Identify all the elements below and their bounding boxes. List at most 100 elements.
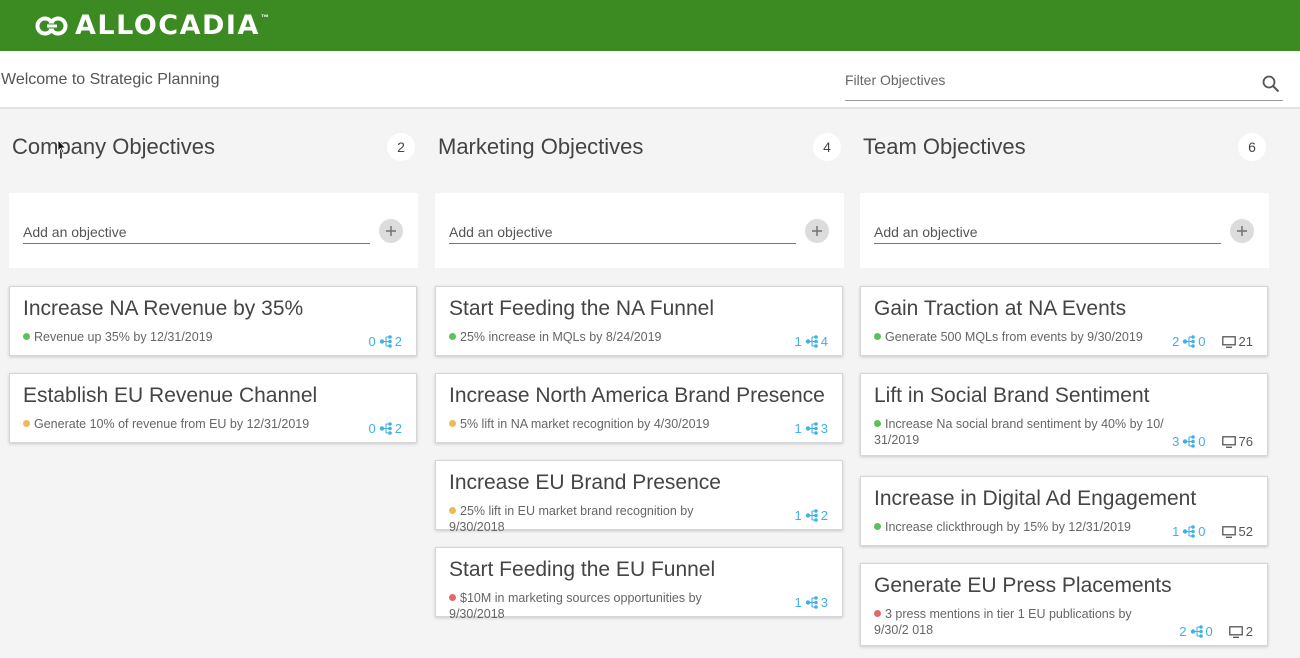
page-title: Welcome to Strategic Planning (1, 71, 220, 88)
child-count: 2 (394, 421, 402, 436)
status-dot (449, 333, 456, 340)
objective-meta: 1 2 (795, 508, 828, 523)
objective-card[interactable]: Increase North America Brand Presence 5%… (435, 373, 843, 443)
hierarchy-icon (379, 335, 392, 348)
objective-card[interactable]: Lift in Social Brand Sentiment Increase … (860, 373, 1268, 456)
status-dot (449, 594, 456, 601)
allocadia-logo-icon (35, 16, 68, 35)
child-count: 0 (1198, 434, 1206, 449)
objective-card[interactable]: Establish EU Revenue Channel Generate 10… (9, 373, 417, 443)
objective-card[interactable]: Increase EU Brand Presence 25% lift in E… (435, 460, 843, 534)
search-icon[interactable] (1261, 74, 1281, 94)
objective-title: Lift in Social Brand Sentiment (874, 384, 1150, 407)
plus-icon (386, 226, 396, 236)
objective-title: Increase North America Brand Presence (449, 384, 825, 407)
objective-count-badge: 2 (387, 133, 415, 161)
objective-card[interactable]: Generate EU Press Placements 3 press men… (860, 563, 1268, 646)
add-objective-input[interactable] (874, 220, 1221, 244)
objective-count-badge: 4 (813, 133, 841, 161)
objective-key-result: 25% increase in MQLs by 8/24/2019 (449, 329, 739, 345)
key-result-text: Generate 10% of revenue from EU by 12/31… (34, 417, 310, 431)
add-objective-input[interactable] (449, 220, 796, 244)
objective-key-result: 25% lift in EU market brand recognition … (449, 503, 739, 535)
parent-count: 0 (368, 421, 376, 436)
brand-name: ALLOCADIA (75, 10, 260, 41)
view-count: 21 (1238, 334, 1253, 349)
objective-card[interactable]: Increase NA Revenue by 35% Revenue up 35… (9, 286, 417, 356)
child-count: 3 (820, 421, 828, 436)
child-count: 2 (820, 508, 828, 523)
add-objective-input[interactable] (23, 220, 370, 244)
status-dot (23, 333, 30, 340)
objective-list: Start Feeding the NA Funnel 25% increase… (435, 286, 844, 634)
key-result-text: 5% lift in NA market recognition by 4/30… (460, 417, 710, 431)
plus-icon (812, 226, 822, 236)
child-count: 2 (394, 334, 402, 349)
filter-objectives-input[interactable] (845, 72, 1245, 88)
hierarchy-icon (1183, 335, 1196, 348)
key-result-text: Generate 500 MQLs from events by 9/30/20… (885, 330, 1143, 344)
objective-list: Increase NA Revenue by 35% Revenue up 35… (9, 286, 418, 460)
parent-count: 0 (368, 334, 376, 349)
filter-field[interactable] (845, 67, 1283, 101)
objective-title: Increase in Digital Ad Engagement (874, 487, 1197, 510)
child-count: 4 (820, 334, 828, 349)
parent-count: 1 (794, 421, 802, 436)
key-result-text: Increase Na social brand sentiment by 40… (874, 417, 1164, 447)
objective-key-result: Revenue up 35% by 12/31/2019 (23, 329, 313, 345)
objective-card[interactable]: Gain Traction at NA Events Generate 500 … (860, 286, 1268, 356)
key-result-text: $10M in marketing sources opportunities … (449, 591, 702, 621)
objective-count-badge: 6 (1238, 133, 1266, 161)
objective-title: Start Feeding the NA Funnel (449, 297, 714, 320)
objective-meta: 2 0 21 (1172, 334, 1253, 349)
objective-meta: 1 3 (795, 595, 828, 610)
key-result-text: 25% lift in EU market brand recognition … (449, 504, 694, 534)
view-count: 52 (1238, 524, 1253, 539)
key-result-text: Revenue up 35% by 12/31/2019 (34, 330, 213, 344)
parent-count: 1 (1172, 524, 1180, 539)
child-count: 3 (820, 595, 828, 610)
add-objective-panel (860, 193, 1269, 268)
key-result-text: Increase clickthrough by 15% by 12/31/20… (885, 520, 1131, 534)
parent-count: 1 (794, 334, 802, 349)
add-objective-panel (435, 193, 844, 268)
parent-count: 1 (794, 508, 802, 523)
add-objective-button[interactable] (1230, 219, 1254, 243)
status-dot (874, 420, 881, 427)
hierarchy-icon (805, 335, 818, 348)
status-dot (23, 420, 30, 427)
objective-meta: 2 0 2 (1179, 624, 1253, 639)
objective-meta: 3 0 76 (1172, 434, 1253, 449)
mouse-cursor-icon (57, 139, 67, 154)
column-title: Company Objectives (12, 134, 215, 159)
monitor-icon (1228, 625, 1243, 638)
status-dot (449, 507, 456, 514)
app-header: ALLOCADIA ™ (0, 0, 1300, 51)
objective-title: Generate EU Press Placements (874, 574, 1172, 597)
sub-header: Welcome to Strategic Planning (0, 51, 1300, 109)
objective-title: Increase NA Revenue by 35% (23, 297, 304, 320)
objective-card[interactable]: Start Feeding the EU Funnel $10M in mark… (435, 547, 843, 621)
child-count: 0 (1205, 624, 1213, 639)
brand[interactable]: ALLOCADIA ™ (35, 10, 269, 41)
objective-card[interactable]: Start Feeding the NA Funnel 25% increase… (435, 286, 843, 356)
hierarchy-icon (805, 509, 818, 522)
status-dot (874, 610, 881, 617)
objective-key-result: Increase clickthrough by 15% by 12/31/20… (874, 519, 1164, 535)
status-dot (874, 333, 881, 340)
add-objective-button[interactable] (805, 219, 829, 243)
objective-card[interactable]: Increase in Digital Ad Engagement Increa… (860, 476, 1268, 546)
child-count: 0 (1198, 524, 1206, 539)
status-dot (449, 420, 456, 427)
status-dot (874, 523, 881, 530)
objective-meta: 1 0 52 (1172, 524, 1253, 539)
add-objective-panel (9, 193, 418, 268)
brand-trademark: ™ (260, 13, 269, 22)
add-objective-button[interactable] (379, 219, 403, 243)
parent-count: 2 (1172, 334, 1180, 349)
hierarchy-icon (1183, 525, 1196, 538)
objective-title: Establish EU Revenue Channel (23, 384, 318, 407)
objective-key-result: 5% lift in NA market recognition by 4/30… (449, 416, 739, 432)
objective-meta: 1 4 (795, 334, 828, 349)
column-title: Team Objectives (863, 134, 1026, 159)
